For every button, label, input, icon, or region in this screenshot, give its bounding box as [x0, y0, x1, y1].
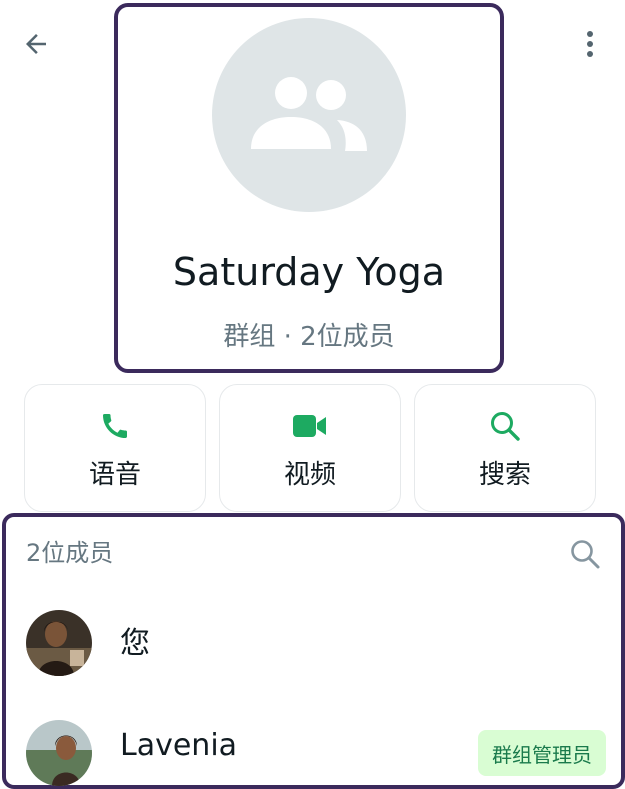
voice-call-button[interactable]: 语音	[24, 384, 206, 512]
members-count: 2位成员	[26, 539, 114, 567]
action-row: 语音 视频 搜索	[24, 384, 596, 512]
voice-label: 语音	[88, 459, 141, 490]
search-button[interactable]: 搜索	[414, 384, 596, 512]
video-call-button[interactable]: 视频	[219, 384, 401, 512]
search-icon	[491, 411, 520, 441]
video-label: 视频	[283, 459, 336, 490]
member-row[interactable]: 您	[26, 610, 606, 680]
group-subtitle: 群组 · 2位成员	[223, 322, 395, 352]
members-search-button[interactable]	[567, 536, 603, 572]
phone-icon	[103, 413, 127, 438]
member-row[interactable]: Lavenia 群组管理员	[26, 720, 606, 789]
member-name: 您	[120, 626, 150, 661]
group-name: Saturday Yoga	[172, 250, 446, 294]
arrow-back-icon	[26, 34, 46, 54]
more-options-button[interactable]	[575, 24, 605, 64]
search-icon	[571, 540, 600, 569]
admin-badge: 群组管理员	[478, 730, 606, 776]
group-avatar[interactable]	[212, 18, 406, 212]
group-icon	[251, 77, 367, 151]
back-button[interactable]	[16, 24, 56, 64]
avatar	[26, 610, 92, 676]
videocam-icon	[293, 414, 326, 437]
search-label: 搜索	[478, 459, 531, 490]
member-name: Lavenia	[120, 728, 238, 763]
more-vert-icon	[587, 31, 593, 57]
avatar	[26, 720, 92, 786]
